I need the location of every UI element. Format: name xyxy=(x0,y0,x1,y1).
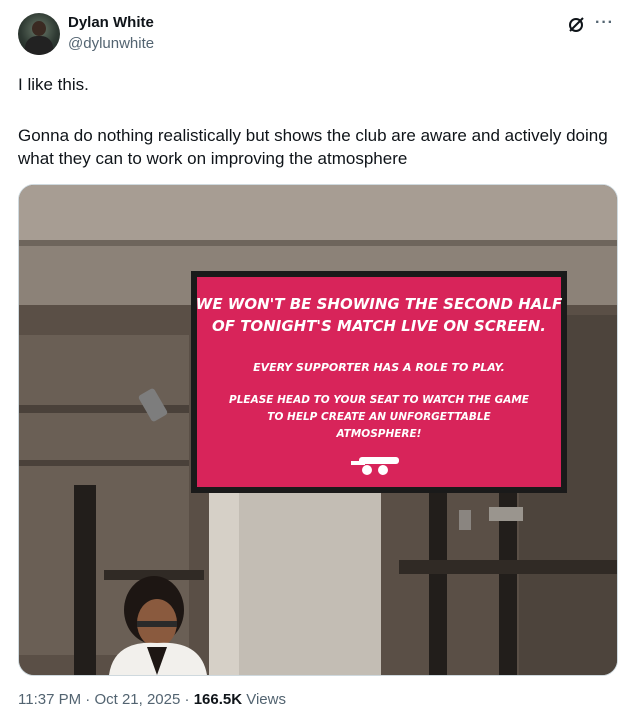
left-post xyxy=(74,485,96,675)
tweet-text-line1: I like this. xyxy=(18,75,89,94)
pillar-highlight xyxy=(209,490,239,675)
tweet-date[interactable]: Oct 21, 2025 xyxy=(94,691,180,708)
sign-line-5: TO HELP CREATE AN UNFORGETTABLE xyxy=(267,411,491,423)
sign-line-4: PLEASE HEAD TO YOUR SEAT TO WATCH THE GA… xyxy=(229,394,530,406)
avatar-body xyxy=(25,36,53,55)
tweet-text-line2: Gonna do nothing realistically but shows… xyxy=(18,126,608,168)
views-label: Views xyxy=(242,691,286,708)
more-icon[interactable]: ··· xyxy=(595,14,614,32)
sign-line-6: ATMOSPHERE! xyxy=(336,428,422,440)
wall-lamp xyxy=(459,510,471,530)
photo-scene: WE WON'T BE SHOWING THE SECOND HALF OF T… xyxy=(19,185,617,675)
meta-separator: · xyxy=(81,691,95,708)
left-ledge-2 xyxy=(19,460,189,466)
meta-separator: · xyxy=(180,691,194,708)
grok-icon[interactable] xyxy=(566,15,586,35)
sign-line-2: OF TONIGHT'S MATCH LIVE ON SCREEN. xyxy=(212,317,546,335)
right-post xyxy=(429,485,447,675)
avatar-head xyxy=(32,21,46,36)
avatar[interactable] xyxy=(18,13,60,55)
rail xyxy=(399,560,617,574)
ceiling-panel xyxy=(19,185,617,240)
author-name[interactable]: Dylan White xyxy=(68,14,154,31)
tweet-time[interactable]: 11:37 PM xyxy=(18,691,81,708)
sign-line-3: EVERY SUPPORTER HAS A ROLE TO PLAY. xyxy=(253,361,505,374)
views-count[interactable]: 166.5K xyxy=(194,691,242,708)
tweet-meta: 11:37 PM · Oct 21, 2025 · 166.5K Views xyxy=(18,691,286,708)
tweet-header: Dylan White @dylunwhite ··· xyxy=(18,13,616,59)
ceiling-beam xyxy=(19,240,617,246)
speaker xyxy=(489,507,523,521)
sign-line-1: WE WON'T BE SHOWING THE SECOND HALF xyxy=(196,295,563,313)
author-handle[interactable]: @dylunwhite xyxy=(68,35,154,52)
tweet-photo[interactable]: WE WON'T BE SHOWING THE SECOND HALF OF T… xyxy=(18,184,618,676)
